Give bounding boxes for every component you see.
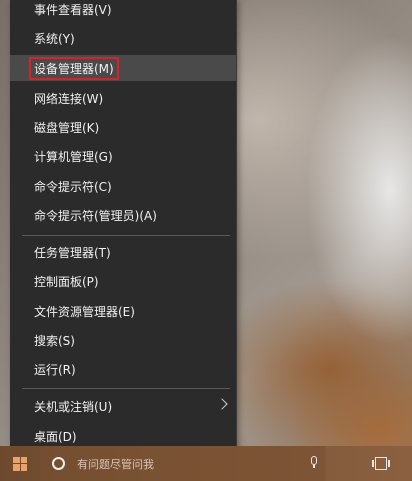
menu-item-system[interactable]: 系统(Y) <box>10 25 236 51</box>
menu-item-label: 控制面板(P) <box>34 274 99 289</box>
menu-item-label: 网络连接(W) <box>34 91 104 106</box>
menu-item-label: 关机或注销(U) <box>34 399 113 414</box>
search-box[interactable]: 有问题尽管问我 <box>40 446 326 481</box>
cortana-icon <box>52 457 65 470</box>
taskbar: 有问题尽管问我 <box>0 446 412 481</box>
chevron-right-icon <box>216 398 228 410</box>
menu-item-network-connections[interactable]: 网络连接(W) <box>10 85 236 111</box>
menu-item-label: 事件查看器(V) <box>34 2 112 17</box>
windows-start-icon <box>13 456 27 471</box>
winx-context-menu: 事件查看器(V) 系统(Y) 设备管理器(M) 网络连接(W) 磁盘管理(K) … <box>10 0 237 453</box>
menu-item-computer-management[interactable]: 计算机管理(G) <box>10 143 236 169</box>
menu-item-command-prompt[interactable]: 命令提示符(C) <box>10 173 236 199</box>
menu-item-label: 命令提示符(C) <box>34 179 112 194</box>
menu-item-label: 系统(Y) <box>34 31 75 46</box>
menu-item-label: 桌面(D) <box>34 429 77 444</box>
menu-item-command-prompt-admin[interactable]: 命令提示符(管理员)(A) <box>10 202 236 228</box>
menu-item-label: 任务管理器(T) <box>34 245 111 260</box>
menu-item-disk-management[interactable]: 磁盘管理(K) <box>10 114 236 140</box>
menu-item-label: 命令提示符(管理员)(A) <box>34 208 157 223</box>
menu-item-label: 设备管理器(M) <box>29 56 119 80</box>
search-placeholder: 有问题尽管问我 <box>77 457 154 471</box>
menu-separator <box>22 235 230 236</box>
menu-item-control-panel[interactable]: 控制面板(P) <box>10 268 236 294</box>
menu-item-file-explorer[interactable]: 文件资源管理器(E) <box>10 298 236 324</box>
menu-item-task-manager[interactable]: 任务管理器(T) <box>10 239 236 265</box>
menu-item-label: 计算机管理(G) <box>34 149 113 164</box>
menu-item-event-viewer[interactable]: 事件查看器(V) <box>10 0 236 22</box>
menu-item-label: 搜索(S) <box>34 333 75 348</box>
menu-item-label: 文件资源管理器(E) <box>34 304 135 319</box>
menu-item-search[interactable]: 搜索(S) <box>10 327 236 353</box>
task-view-icon[interactable] <box>372 457 390 470</box>
menu-item-run[interactable]: 运行(R) <box>10 356 236 382</box>
menu-separator <box>22 388 230 389</box>
start-button[interactable] <box>0 446 40 481</box>
menu-item-label: 磁盘管理(K) <box>34 120 100 135</box>
menu-item-device-manager[interactable]: 设备管理器(M) <box>10 55 236 81</box>
microphone-icon[interactable] <box>310 456 318 468</box>
menu-item-shutdown-signout[interactable]: 关机或注销(U) <box>10 393 236 419</box>
menu-item-label: 运行(R) <box>34 362 76 377</box>
